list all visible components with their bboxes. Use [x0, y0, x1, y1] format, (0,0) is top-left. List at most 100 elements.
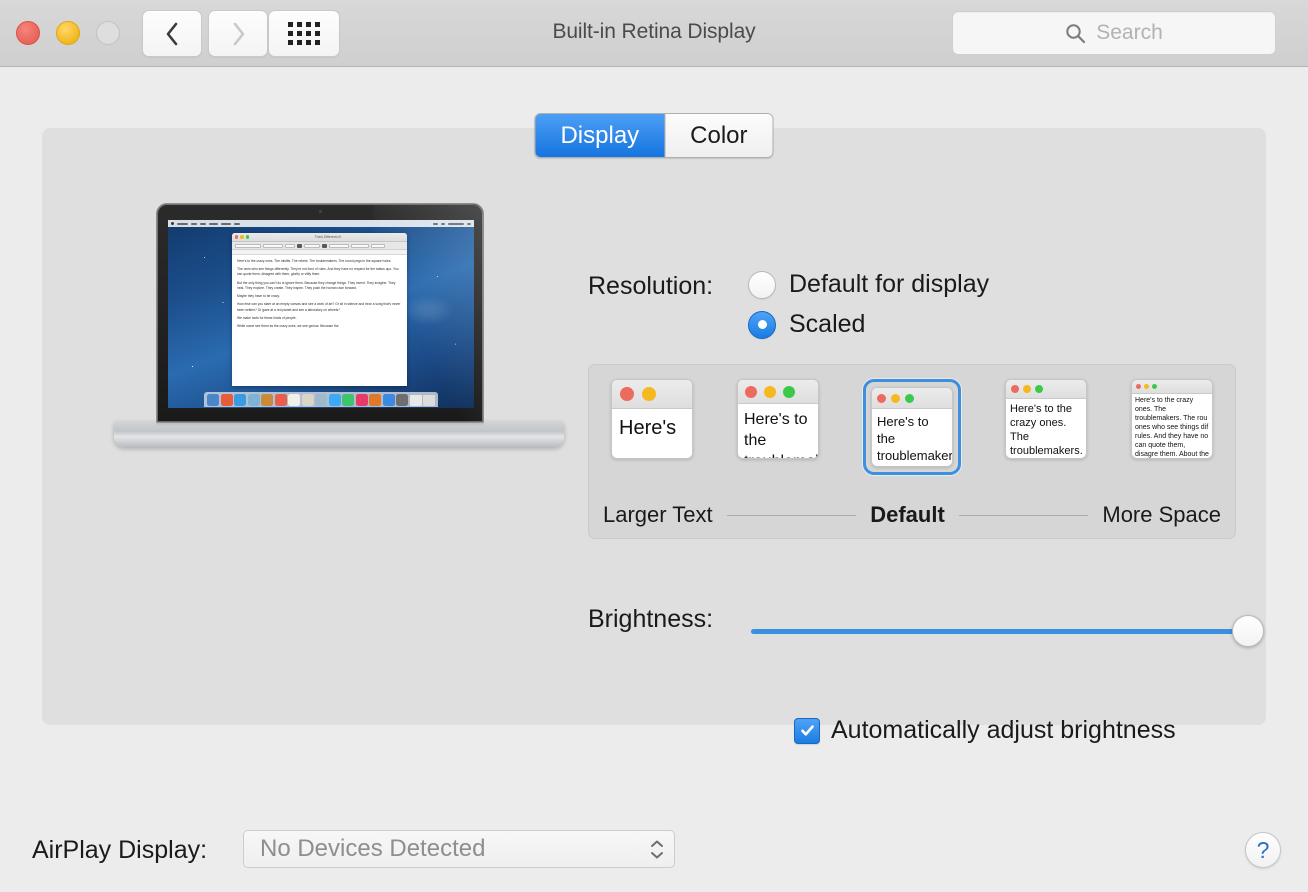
dock-icon: [261, 394, 273, 406]
dock-icon: [220, 394, 233, 406]
thumbnail-titlebar: [612, 380, 692, 409]
thumbnail-sample-text: Here's to the troublemakers. The ones wh…: [877, 414, 952, 466]
menu-file: [191, 222, 197, 225]
thumbnail-titlebar: [872, 388, 952, 409]
display-preview-illustration: Think Different.rtf Here's to the crazy …: [114, 203, 564, 473]
auto-brightness-label: Automatically adjust brightness: [831, 716, 1176, 744]
display-settings-panel: Think Different.rtf Here's to the crazy …: [42, 128, 1266, 744]
help-button[interactable]: ?: [1245, 832, 1281, 868]
thumbnail-zoom-dot: [783, 385, 795, 398]
scaled-option-1[interactable]: Here's to the troublemak: [737, 379, 819, 459]
preview-paragraph: We make tools for these kinds of people.: [237, 315, 297, 320]
auto-brightness-checkbox[interactable]: [794, 717, 820, 744]
dock-icon: [423, 395, 435, 406]
dock-icon: [396, 394, 408, 406]
thumbnail-sample-text: Here's: [619, 417, 677, 439]
highlight-chip: [322, 243, 327, 248]
thumbnail-close-dot: [1136, 384, 1141, 389]
window-toolbar: Built-in Retina Display Search: [0, 0, 1308, 67]
search-field[interactable]: Search: [952, 11, 1276, 55]
scaled-thumbnail[interactable]: Here's to the troublemakers. The ones wh…: [871, 387, 953, 467]
thumbnail-zoom-dot: [905, 393, 914, 403]
thumbnail-minimize-dot: [1023, 385, 1031, 393]
preview-paragraph: But the only thing you can't do is ignor…: [237, 280, 396, 290]
scaled-thumbnail[interactable]: Here's to the troublemak: [737, 379, 819, 459]
search-placeholder: Search: [1096, 21, 1163, 44]
apple-menu-icon: [171, 222, 174, 225]
scaled-thumbnail[interactable]: Here's to the crazy ones. The troublemak…: [1131, 379, 1213, 459]
font-family-chip: [235, 243, 261, 248]
preview-paragraph: How else can you stare at an empty canva…: [237, 302, 401, 312]
preview-close-dot: [235, 235, 239, 239]
legend-line-right: [958, 514, 1089, 516]
preview-zoom-dot: [245, 235, 250, 239]
menu-window: [221, 222, 231, 225]
font-style-chip: [263, 243, 283, 248]
slider-fill: [751, 629, 1248, 634]
radio-scaled[interactable]: [748, 310, 776, 339]
airplay-popup-button[interactable]: No Devices Detected: [243, 830, 675, 868]
scaled-thumbnail[interactable]: Here's to the crazy ones. The troublemak…: [1005, 379, 1087, 459]
thumbnail-close-dot: [877, 393, 886, 403]
spacing-chip: [351, 243, 369, 248]
dock-icon: [328, 394, 341, 406]
brightness-slider[interactable]: [751, 615, 1264, 647]
macbook-screen: Think Different.rtf Here's to the crazy …: [168, 220, 474, 408]
thumbnail-sample-text: Here's to the troublemak: [744, 411, 818, 458]
scaled-option-4[interactable]: Here's to the crazy ones. The troublemak…: [1131, 379, 1213, 459]
preview-dock: [204, 392, 438, 407]
airplay-selected-value: No Devices Detected: [260, 835, 486, 862]
radio-default-for-display[interactable]: [748, 270, 776, 299]
dock-icon: [382, 394, 395, 406]
scaled-option-0[interactable]: Here's: [611, 379, 693, 459]
auto-brightness-row[interactable]: Automatically adjust brightness: [794, 716, 1176, 745]
menu-edit: [200, 222, 206, 225]
resolution-label: Resolution:: [588, 272, 714, 300]
scaled-option-3[interactable]: Here's to the crazy ones. The troublemak…: [1005, 379, 1087, 459]
scaled-thumbnail[interactable]: Here's: [611, 379, 693, 459]
legend-more-space: More Space: [1102, 502, 1221, 527]
preview-document-body: Here's to the crazy ones. The misfits. T…: [232, 255, 407, 336]
radio-default-label: Default for display: [789, 270, 990, 298]
dock-icon: [342, 394, 354, 406]
scale-legend: Larger Text Default More Space: [603, 502, 1221, 528]
thumbnail-close-dot: [745, 385, 757, 398]
resolution-option-scaled[interactable]: Scaled: [748, 310, 865, 339]
preview-menu-bar: [168, 220, 474, 227]
align-chip: [329, 243, 349, 248]
dock-icon: [288, 394, 300, 406]
thumbnail-titlebar: [738, 380, 818, 404]
menu-status-1: [433, 222, 438, 225]
macbook-lid: Think Different.rtf Here's to the crazy …: [156, 203, 484, 423]
radio-scaled-label: Scaled: [789, 310, 866, 338]
menu-status-2: [441, 222, 445, 225]
thumbnail-titlebar: [1006, 380, 1086, 399]
bold-italic-chip: [304, 243, 320, 248]
thumbnail-zoom-dot: [1152, 384, 1157, 389]
preview-paragraph: The ones who see things differently. The…: [237, 267, 399, 277]
search-icon: [1066, 23, 1086, 43]
scaled-option-2[interactable]: Here's to the troublemakers. The ones wh…: [863, 379, 961, 475]
thumbnail-zoom-dot: [1035, 385, 1043, 393]
camera-icon: [318, 210, 322, 213]
tab-display[interactable]: Display: [535, 114, 665, 157]
tab-color[interactable]: Color: [664, 114, 773, 157]
thumbnail-minimize-dot: [1144, 384, 1149, 389]
dock-icon: [247, 394, 260, 406]
resolution-option-default[interactable]: Default for display: [748, 270, 989, 299]
dock-icon: [355, 394, 368, 406]
scaled-resolutions-box: Here's Here's to the troublemak Here's to …: [588, 364, 1236, 539]
preview-paragraph: Maybe they have to be crazy.: [237, 294, 280, 299]
preview-paragraph: While some see them as the crazy ones, w…: [237, 324, 339, 329]
airplay-label: AirPlay Display:: [32, 836, 208, 864]
thumbnail-sample-text: Here's to the crazy ones. The troublemak…: [1010, 403, 1083, 457]
legend-default: Default: [870, 502, 945, 527]
preview-minimize-dot: [240, 235, 244, 239]
font-size-chip: [285, 243, 295, 248]
preview-format-bar: [232, 242, 407, 250]
menu-status-3: [467, 222, 471, 225]
system-preferences-window: Built-in Retina Display Search Display C…: [0, 0, 1308, 892]
slider-knob[interactable]: [1232, 615, 1264, 647]
checkmark-icon: [800, 725, 814, 736]
dock-icon: [274, 394, 287, 406]
